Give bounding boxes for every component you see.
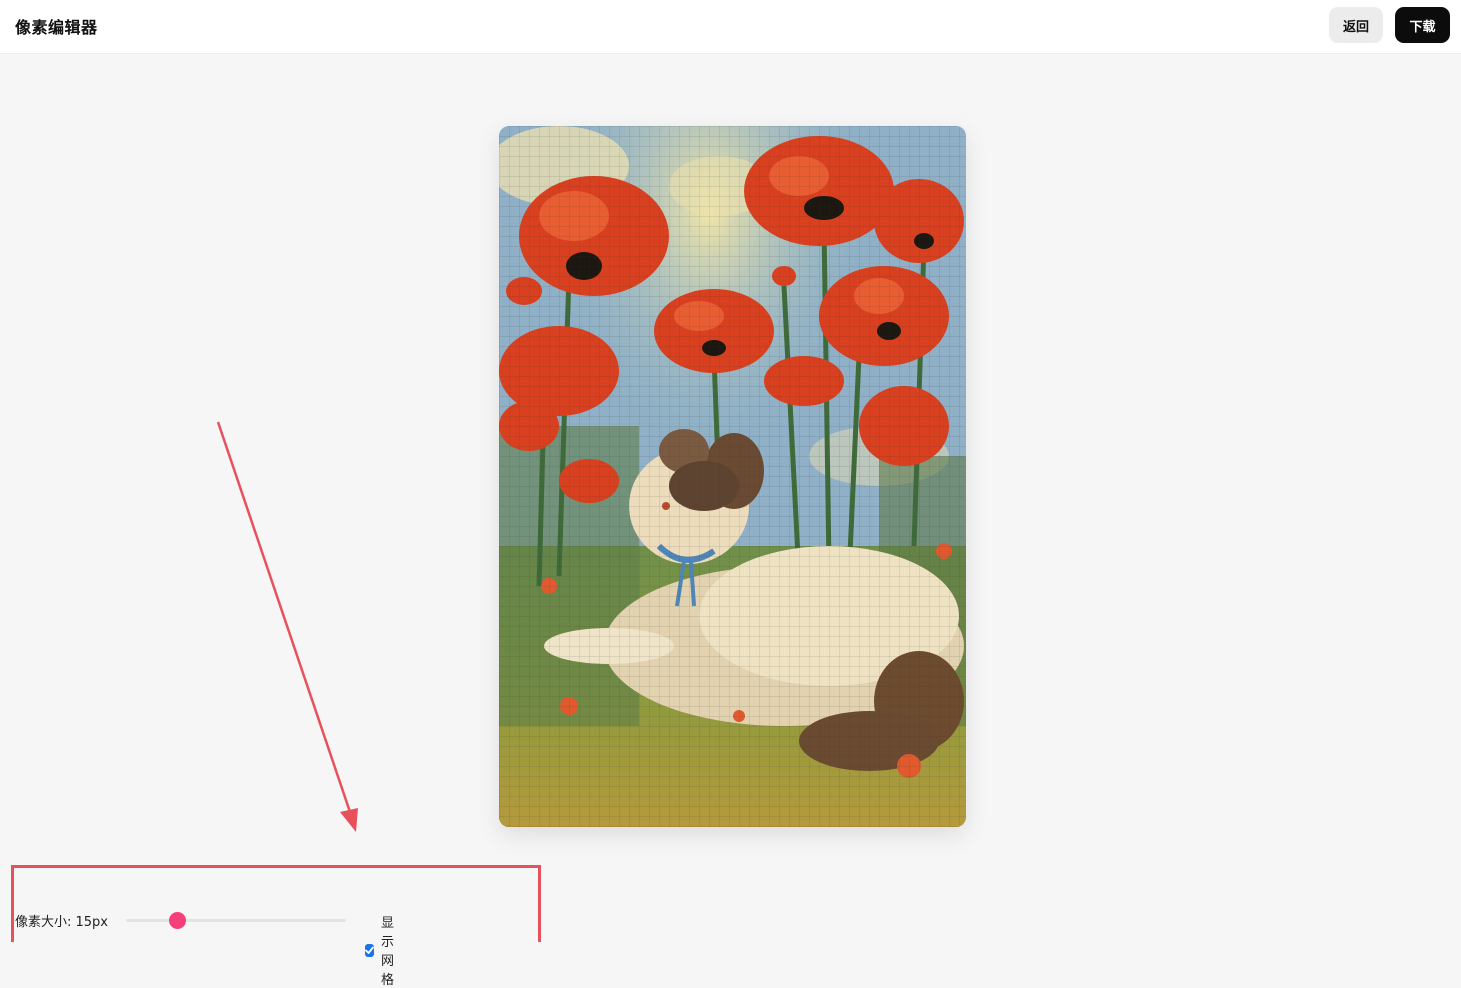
- download-button[interactable]: 下载: [1395, 7, 1450, 43]
- show-grid-checkbox[interactable]: [365, 943, 374, 957]
- pixel-size-label: 像素大小: 15px: [15, 914, 108, 930]
- pixel-canvas[interactable]: [499, 126, 966, 827]
- pixel-size-slider[interactable]: [126, 912, 346, 929]
- show-grid-toggle[interactable]: 显示网格: [365, 912, 398, 988]
- checkmark-icon: [365, 946, 374, 954]
- top-bar: 像素编辑器 返回 下载: [0, 0, 1461, 54]
- pixel-art-image: [499, 126, 966, 827]
- app-title: 像素编辑器: [15, 18, 98, 37]
- controls-bar: 像素大小: 15px 显示网格: [15, 908, 394, 988]
- back-button[interactable]: 返回: [1329, 7, 1383, 43]
- show-grid-label: 显示网格: [381, 916, 395, 988]
- slider-thumb[interactable]: [168, 912, 186, 929]
